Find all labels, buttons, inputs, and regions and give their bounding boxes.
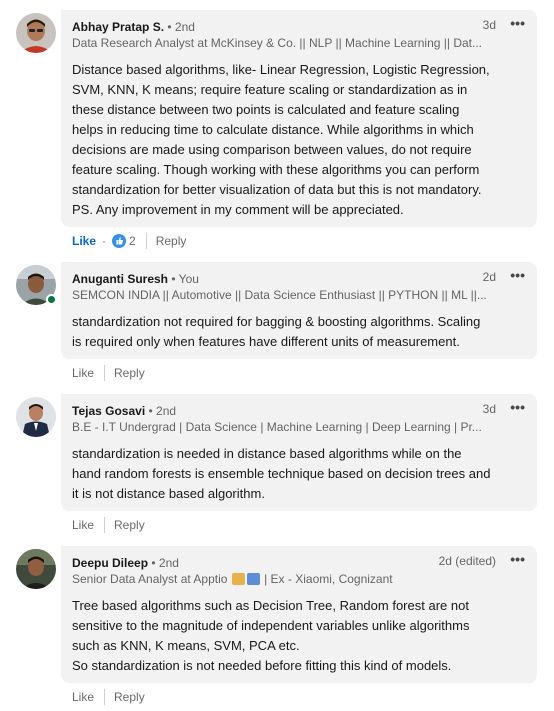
comment-text: Tree based algorithms such as Decision T… — [72, 598, 470, 673]
more-options-icon[interactable]: ••• — [510, 15, 525, 31]
comment-actions: Like Reply — [72, 688, 145, 706]
author-headline: Data Research Analyst at McKinsey & Co. … — [72, 36, 483, 50]
like-button[interactable]: Like — [72, 234, 96, 248]
reaction-count: 2 — [129, 234, 136, 248]
more-options-icon[interactable]: ••• — [510, 551, 525, 567]
chart-emoji-icon — [246, 573, 260, 585]
action-divider — [145, 233, 147, 249]
connection-degree: • 2nd — [164, 20, 195, 34]
connection-degree: • You — [168, 272, 199, 286]
action-divider — [104, 517, 106, 533]
reply-button[interactable]: Reply — [114, 518, 145, 532]
comment-bubble: Deepu Dileep • 2nd 2d (edited) ••• Senio… — [61, 546, 537, 683]
timestamp: 2d (edited) — [438, 554, 496, 568]
timestamp: 2d — [482, 270, 496, 284]
like-button[interactable]: Like — [72, 366, 94, 380]
comment-bubble: Abhay Pratap S. • 2nd 3d ••• Data Resear… — [61, 10, 537, 227]
author-name[interactable]: Anuganti Suresh — [72, 272, 168, 286]
connection-degree: • 2nd — [145, 404, 177, 418]
headline-text: | Ex - Xiaomi, Cognizant — [260, 572, 393, 586]
timestamp: 3d — [482, 18, 496, 32]
comment-actions: Like · 2 Reply — [72, 232, 186, 250]
more-options-icon[interactable]: ••• — [510, 399, 525, 415]
comment-text: standardization is needed in distance ba… — [72, 446, 491, 501]
action-divider — [104, 689, 106, 705]
connection-degree: • 2nd — [148, 556, 179, 570]
author-headline: SEMCON INDIA || Automotive || Data Scien… — [72, 288, 487, 302]
comment-bubble: Anuganti Suresh • You 2d ••• SEMCON INDI… — [61, 262, 537, 359]
reply-button[interactable]: Reply — [156, 234, 187, 248]
author-name[interactable]: Deepu Dileep — [72, 556, 148, 570]
reply-button[interactable]: Reply — [114, 690, 145, 704]
comment-actions: Like Reply — [72, 364, 145, 382]
avatar[interactable] — [16, 397, 56, 437]
comment-actions: Like Reply — [72, 516, 145, 534]
comment-bubble: Tejas Gosavi • 2nd 3d ••• B.E - I.T Unde… — [61, 394, 537, 511]
action-divider — [104, 365, 106, 381]
author-name[interactable]: Abhay Pratap S. — [72, 20, 164, 34]
thumbs-up-icon — [112, 234, 127, 248]
author-name[interactable]: Tejas Gosavi — [72, 404, 145, 418]
person-emoji-icon — [231, 573, 245, 585]
author-headline: Senior Data Analyst at Apptio | Ex - Xia… — [72, 571, 525, 588]
like-button[interactable]: Like — [72, 690, 94, 704]
more-options-icon[interactable]: ••• — [510, 267, 525, 283]
like-button[interactable]: Like — [72, 518, 94, 532]
avatar[interactable] — [16, 549, 56, 589]
separator-dot: · — [102, 234, 107, 248]
comment-text: standardization not required for bagging… — [72, 314, 481, 349]
avatar[interactable] — [16, 13, 56, 53]
online-status-indicator — [46, 294, 57, 305]
reply-button[interactable]: Reply — [114, 366, 145, 380]
reaction-summary[interactable]: 2 — [112, 234, 136, 248]
headline-text: Senior Data Analyst at Apptio — [72, 572, 231, 586]
comment-text: Distance based algorithms, like- Linear … — [72, 62, 490, 217]
author-headline: B.E - I.T Undergrad | Data Science | Mac… — [72, 420, 482, 434]
timestamp: 3d — [482, 402, 496, 416]
